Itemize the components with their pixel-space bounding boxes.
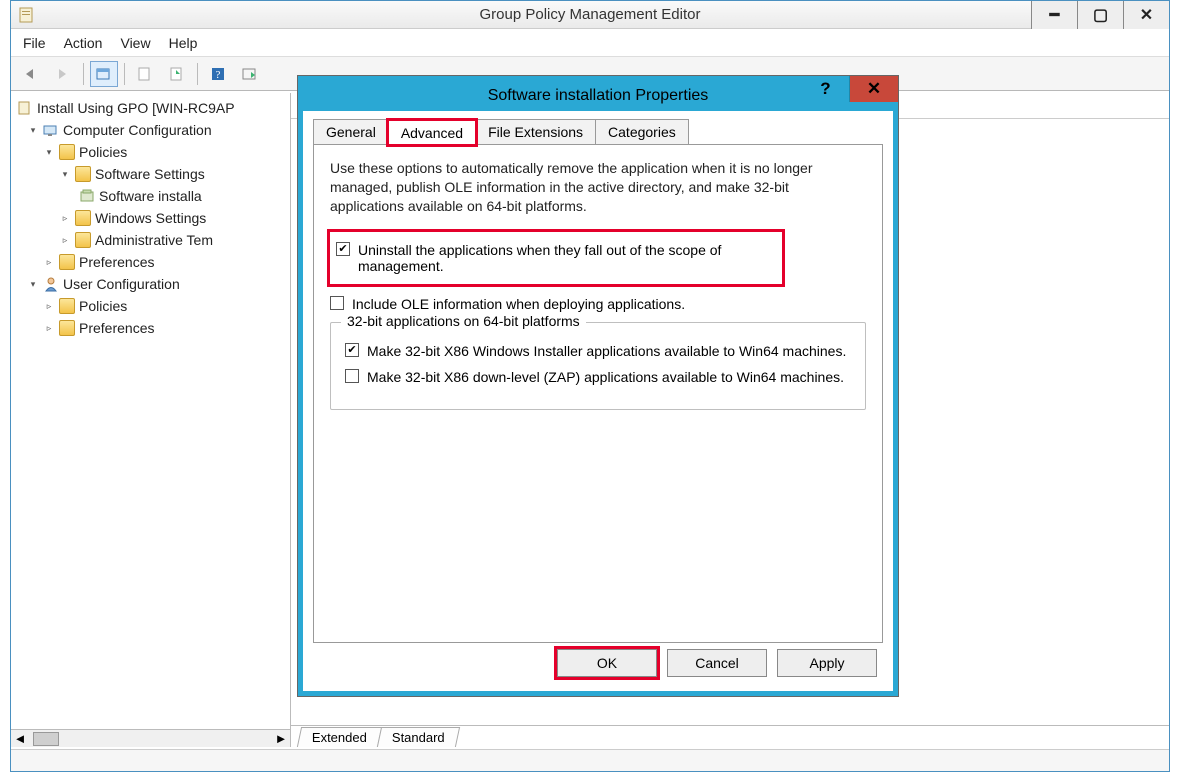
dialog-help-button[interactable]: ?: [802, 76, 850, 102]
tree-windows-settings[interactable]: ▹ Windows Settings: [17, 207, 290, 229]
ok-button[interactable]: OK: [557, 649, 657, 677]
include-ole-label: Include OLE information when deploying a…: [352, 296, 685, 312]
tree-root[interactable]: Install Using GPO [WIN-RC9AP: [17, 97, 290, 119]
x86-zap-row[interactable]: Make 32-bit X86 down-level (ZAP) applica…: [345, 369, 851, 385]
tree-policies[interactable]: ▾ Policies: [17, 141, 290, 163]
uninstall-label: Uninstall the applications when they fal…: [358, 242, 776, 274]
tree-preferences[interactable]: ▹ Preferences: [17, 251, 290, 273]
tab-general[interactable]: General: [313, 119, 389, 144]
tree-pane: Install Using GPO [WIN-RC9AP ▾ Computer …: [11, 93, 291, 747]
x86-msi-label: Make 32-bit X86 Windows Installer applic…: [367, 343, 846, 359]
x86-msi-row[interactable]: Make 32-bit X86 Windows Installer applic…: [345, 343, 851, 359]
32bit-group: 32-bit applications on 64-bit platforms …: [330, 322, 866, 410]
titlebar: Group Policy Management Editor ━ ▢ ✕: [11, 1, 1169, 29]
menubar: File Action View Help: [11, 29, 1169, 57]
tab-standard[interactable]: Standard: [377, 727, 460, 747]
tab-extended[interactable]: Extended: [297, 727, 382, 747]
tab-advanced[interactable]: Advanced: [388, 120, 476, 145]
help-icon[interactable]: ?: [204, 61, 232, 87]
uninstall-checkbox-row[interactable]: Uninstall the applications when they fal…: [336, 242, 776, 274]
close-button[interactable]: ✕: [1123, 1, 1169, 29]
x86-zap-checkbox[interactable]: [345, 369, 359, 383]
tree-software-install[interactable]: Software installa: [17, 185, 290, 207]
menu-view[interactable]: View: [120, 35, 150, 51]
dialog-close-button[interactable]: ✕: [850, 76, 898, 102]
menu-action[interactable]: Action: [64, 35, 103, 51]
paste-icon[interactable]: [131, 61, 159, 87]
x86-zap-label: Make 32-bit X86 down-level (ZAP) applica…: [367, 369, 844, 385]
dialog-title: Software installation Properties ? ✕: [303, 81, 893, 111]
tree-user-policies[interactable]: ▹ Policies: [17, 295, 290, 317]
action-icon[interactable]: [236, 61, 264, 87]
include-ole-checkbox[interactable]: [330, 296, 344, 310]
export-icon[interactable]: [163, 61, 191, 87]
include-ole-row[interactable]: Include OLE information when deploying a…: [330, 296, 866, 312]
browse-icon[interactable]: [90, 61, 118, 87]
tree-user-config[interactable]: ▾ User Configuration: [17, 273, 290, 295]
x86-msi-checkbox[interactable]: [345, 343, 359, 357]
menu-file[interactable]: File: [23, 35, 46, 51]
tab-file-extensions[interactable]: File Extensions: [475, 119, 596, 144]
uninstall-checkbox[interactable]: [336, 242, 350, 256]
svg-text:?: ?: [216, 69, 221, 81]
tree-admin-templates[interactable]: ▹ Administrative Tem: [17, 229, 290, 251]
tree-user-preferences[interactable]: ▹ Preferences: [17, 317, 290, 339]
tab-categories[interactable]: Categories: [595, 119, 689, 144]
maximize-button[interactable]: ▢: [1077, 1, 1123, 29]
tree-software-settings[interactable]: ▾ Software Settings: [17, 163, 290, 185]
cancel-button[interactable]: Cancel: [667, 649, 767, 677]
minimize-button[interactable]: ━: [1031, 1, 1077, 29]
back-button[interactable]: [17, 61, 45, 87]
menu-help[interactable]: Help: [169, 35, 198, 51]
properties-dialog: Software installation Properties ? ✕ Gen…: [298, 76, 898, 696]
window-title: Group Policy Management Editor: [11, 6, 1169, 23]
tree-computer-config[interactable]: ▾ Computer Configuration: [17, 119, 290, 141]
apply-button[interactable]: Apply: [777, 649, 877, 677]
status-bar: [11, 749, 1169, 771]
tree-scrollbar[interactable]: ◄►: [11, 729, 290, 747]
forward-button[interactable]: [49, 61, 77, 87]
advanced-description: Use these options to automatically remov…: [330, 159, 866, 216]
group-title: 32-bit applications on 64-bit platforms: [341, 313, 586, 329]
